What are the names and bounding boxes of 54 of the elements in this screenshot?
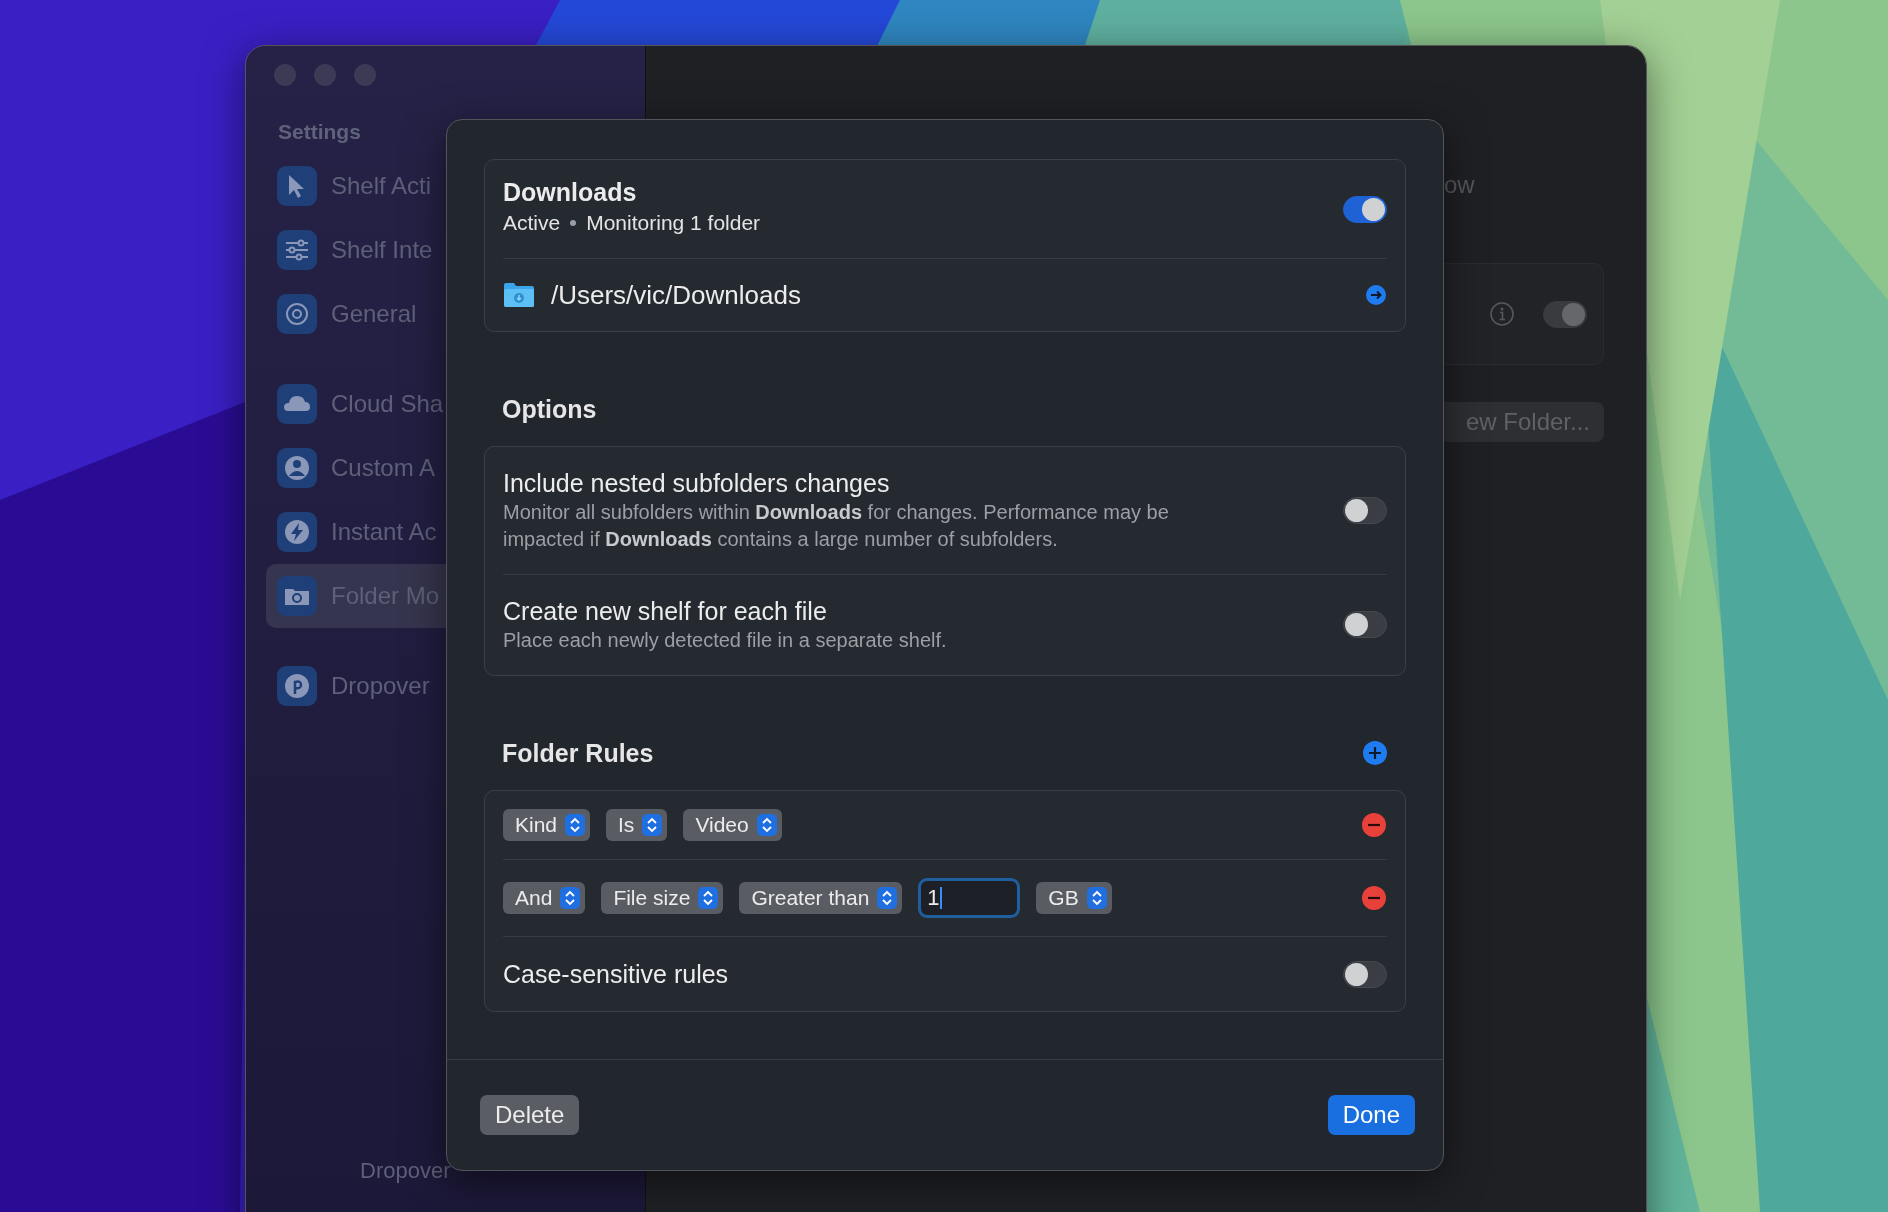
chevrons-icon [560,887,581,909]
popup-button[interactable]: Video [683,809,782,841]
option-description: Place each newly detected file in a separate shelf. [503,628,948,653]
sidebar-item[interactable]: Custom A [266,436,446,500]
toggle-switch[interactable] [1343,611,1387,638]
chevrons-icon [642,814,663,836]
popup-button[interactable]: Kind [503,809,591,841]
add-icon[interactable] [1362,740,1388,766]
remove-icon[interactable] [1361,812,1387,838]
app-version: Dropover [360,1158,452,1184]
toggle-switch[interactable] [1343,195,1387,223]
sidebar-item[interactable]: General [266,282,446,346]
sidebar-item[interactable]: Dropover [266,654,446,718]
sidebar-heading: Settings [277,119,362,145]
folder-icon [277,576,317,616]
bolt-icon [277,512,317,552]
status-label: Active [503,210,561,236]
toggle-switch[interactable] [1343,496,1387,524]
delete-button[interactable]: Delete [480,1095,580,1135]
monitoring-label: Monitoring 1 folder [586,210,761,236]
person-icon [277,448,317,488]
popup-button[interactable]: And [503,882,586,914]
sidebar-item[interactable]: Instant Ac [266,500,446,564]
chevrons-icon [877,887,898,909]
section-heading: Options [501,394,598,425]
toggle-switch[interactable] [1343,960,1387,988]
sliders-icon [277,230,317,270]
cloud-icon [277,384,317,424]
popup-button[interactable]: GB [1036,882,1112,914]
option-title: Create new shelf for each file [503,596,828,627]
input-field[interactable]: 1 [918,878,1021,918]
cursor-icon [277,166,317,206]
option-title: Include nested subfolders changes [503,468,891,499]
chevrons-icon [756,814,777,836]
option-title: Case-sensitive rules [503,959,730,990]
toggle-switch[interactable] [1543,300,1587,328]
app-logo-icon [277,666,317,706]
chevrons-icon [698,887,719,909]
folder-path: /Users/vic/Downloads [551,279,802,311]
chevrons-icon [1086,887,1107,909]
popup-button[interactable]: Is [606,809,668,841]
option-description: Monitor all subfolders within Downloads for changes. Performance may be impacted if Downloads contains a large number of subfolders. [503,500,1170,552]
folder-title: Downloads [503,177,638,208]
info-icon[interactable] [1489,301,1515,327]
sidebar-item[interactable]: Shelf Inte [266,218,446,282]
section-heading: Folder Rules [502,738,654,769]
done-button[interactable]: Done [1327,1095,1415,1135]
folder-icon [503,282,535,308]
sidebar-item[interactable]: Shelf Acti [266,154,446,218]
remove-icon[interactable] [1361,885,1387,911]
popup-button[interactable]: File size [601,882,724,914]
sidebar-item[interactable]: Cloud Sha [266,372,446,436]
popup-button[interactable]: Greater than [739,882,903,914]
chevrons-icon [565,814,586,836]
